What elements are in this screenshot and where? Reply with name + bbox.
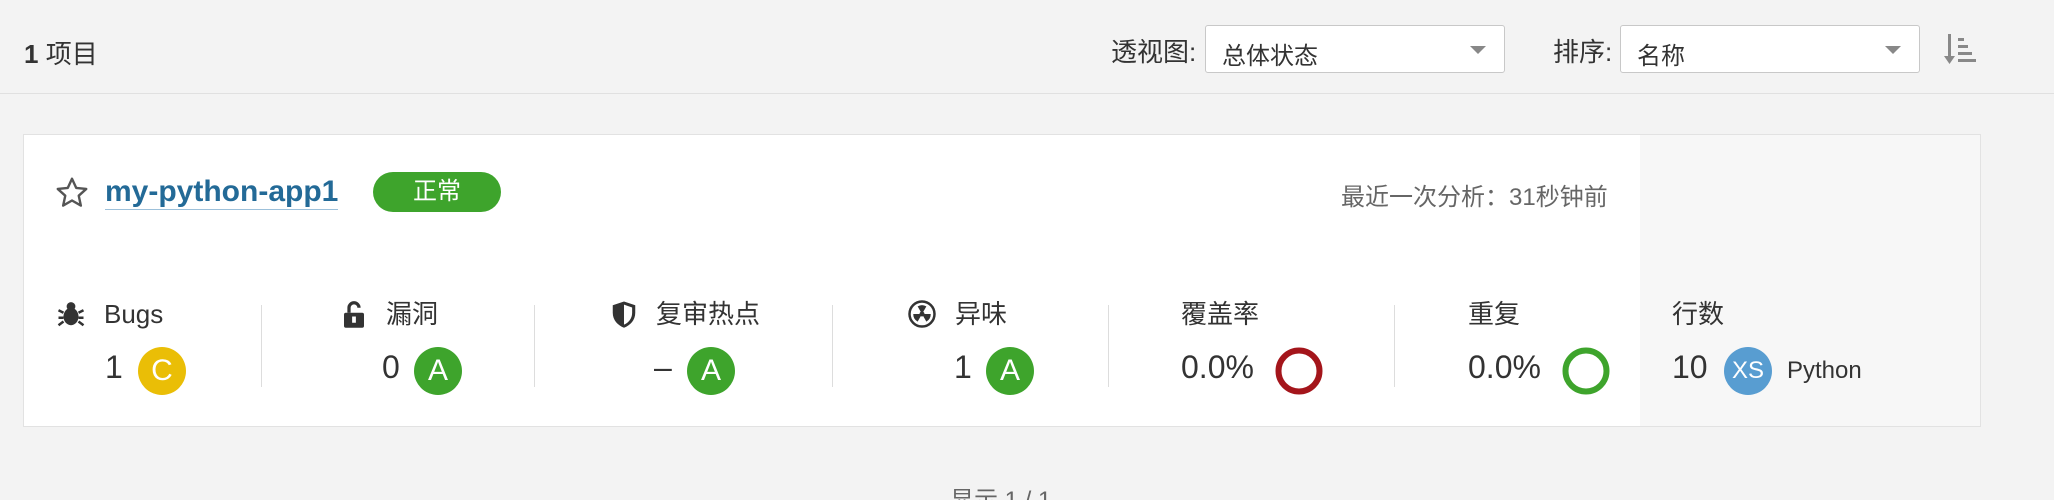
sort-select[interactable]: 名称: [1620, 25, 1920, 73]
project-name-link[interactable]: my-python-app1: [105, 175, 339, 210]
vulnerabilities-label: 漏洞: [386, 299, 439, 329]
coverage-donut-chart: [1275, 347, 1323, 395]
favorite-star-icon[interactable]: [54, 175, 90, 211]
security-hotspots-label: 复审热点: [656, 299, 761, 329]
perspective-select[interactable]: 总体状态: [1205, 25, 1505, 73]
quality-gate-status-badge: 正常: [373, 172, 501, 212]
pagination-info: 显示 1 / 1: [950, 480, 1051, 500]
code-smells-value[interactable]: 1: [954, 347, 972, 387]
coverage-value[interactable]: 0.0%: [1181, 347, 1254, 387]
vulnerabilities-value[interactable]: 0: [382, 347, 400, 387]
security-hotspots-value[interactable]: –: [654, 347, 672, 387]
bug-icon: [57, 302, 85, 327]
duplications-donut-chart: [1562, 347, 1610, 395]
sort-ascending-icon[interactable]: [1944, 32, 1978, 68]
vulnerabilities-rating[interactable]: A: [414, 347, 462, 395]
bugs-label: Bugs: [104, 299, 164, 329]
coverage-label: 覆盖率: [1181, 299, 1260, 329]
project-count-label: 项目: [45, 39, 98, 69]
last-analysis-date: 最近一次分析：31秒钟前: [1341, 184, 1608, 211]
unlock-icon: [344, 301, 364, 328]
sort-label: 排序:: [1553, 37, 1613, 67]
code-smells-rating[interactable]: A: [986, 347, 1034, 395]
lines-value[interactable]: 10: [1672, 347, 1708, 387]
project-count-number: 1: [24, 39, 39, 69]
lines-label: 行数: [1672, 299, 1725, 329]
project-count: 1 项目: [24, 34, 98, 71]
chevron-down-icon: [1470, 46, 1486, 54]
perspective-label: 透视图:: [1111, 37, 1197, 67]
divider: [1394, 305, 1395, 387]
project-card: my-python-app1 正常 最近一次分析：31秒钟前 Bugs 1 C …: [23, 134, 1981, 427]
divider: [832, 305, 833, 387]
bugs-value[interactable]: 1: [105, 347, 123, 387]
code-smells-label: 异味: [955, 299, 1008, 329]
divider: [534, 305, 535, 387]
perspective-select-value: 总体状态: [1222, 43, 1318, 70]
sort-select-value: 名称: [1637, 43, 1685, 70]
radiation-icon: [908, 300, 936, 328]
divider: [261, 305, 262, 387]
bugs-rating[interactable]: C: [138, 347, 186, 395]
top-toolbar: 1 项目 透视图: 总体状态 排序: 名称: [0, 0, 2054, 94]
duplications-value[interactable]: 0.0%: [1468, 347, 1541, 387]
duplications-label: 重复: [1468, 299, 1521, 329]
size-rating-badge: XS: [1724, 347, 1772, 395]
security-hotspots-rating[interactable]: A: [687, 347, 735, 395]
chevron-down-icon: [1885, 46, 1901, 54]
shield-icon: [612, 301, 636, 328]
language-label: Python: [1787, 357, 1862, 384]
divider: [1108, 305, 1109, 387]
